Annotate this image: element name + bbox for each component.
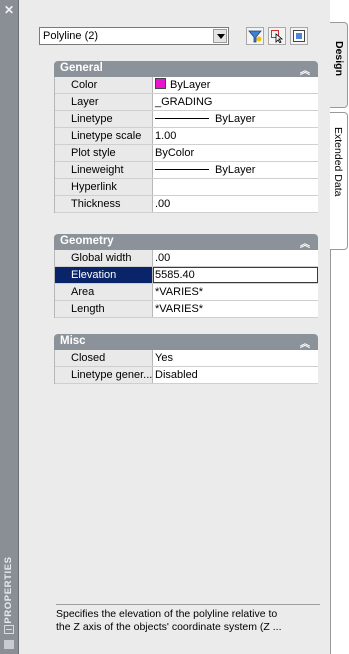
property-value[interactable]: *VARIES* (153, 301, 318, 317)
property-name: Plot style (55, 145, 153, 161)
property-name: Layer (55, 94, 153, 110)
property-name: Linetype scale (55, 128, 153, 144)
palette-title: PROPERTIES (3, 556, 14, 624)
property-name: Length (55, 301, 153, 317)
color-swatch-icon (155, 78, 166, 89)
elevation-input[interactable]: 5585.40 (153, 267, 318, 283)
property-row-length[interactable]: Length *VARIES* (55, 301, 318, 318)
section-header-geometry[interactable]: Geometry ︽ (54, 234, 318, 250)
property-value[interactable]: *VARIES* (153, 284, 318, 300)
property-name: Elevation (55, 267, 153, 283)
lineweight-preview (155, 169, 209, 170)
tab-extended-label: Extended Data (332, 127, 344, 197)
linetype-preview (155, 118, 209, 119)
property-value[interactable]: Yes (153, 350, 318, 366)
property-row-lineweight[interactable]: Lineweight ByLayer (55, 162, 318, 179)
section-title-general: General (60, 62, 103, 74)
linetype-value-text: ByLayer (215, 113, 256, 125)
property-name: Closed (55, 350, 153, 366)
property-value[interactable]: .00 (153, 250, 318, 266)
property-row-closed[interactable]: Closed Yes (55, 350, 318, 367)
property-value[interactable]: 1.00 (153, 128, 318, 144)
property-name: Color (55, 77, 153, 93)
tab-extended-data[interactable]: Extended Data (330, 112, 348, 250)
tab-divider (330, 250, 331, 654)
section-title-geometry: Geometry (60, 235, 114, 247)
property-value[interactable]: ByLayer (153, 77, 318, 93)
collapse-icon[interactable]: ︽ (300, 62, 310, 77)
tab-design[interactable]: Design (330, 22, 348, 108)
tab-design-label: Design (333, 41, 345, 77)
property-row-hyperlink[interactable]: Hyperlink (55, 179, 318, 196)
quick-select-filter-icon (248, 30, 262, 43)
property-row-elevation[interactable]: Elevation 5585.40 (55, 267, 318, 284)
property-value[interactable]: Disabled (153, 367, 318, 383)
property-name: Lineweight (55, 162, 153, 178)
color-value-text: ByLayer (170, 79, 211, 91)
property-value[interactable]: ByColor (153, 145, 318, 161)
property-name: Global width (55, 250, 153, 266)
section-geometry: Geometry ︽ Global width .00 Elevation 55… (54, 234, 318, 318)
palette-tabs: Design Extended Data (330, 0, 349, 654)
quick-select-button[interactable] (290, 27, 308, 45)
property-row-global-width[interactable]: Global width .00 (55, 250, 318, 267)
description-line: the Z axis of the objects' coordinate sy… (56, 621, 282, 633)
section-misc: Misc ︽ Closed Yes Linetype gener... Disa… (54, 334, 318, 384)
property-name: Linetype gener... (55, 367, 153, 383)
property-row-linetype[interactable]: Linetype ByLayer (55, 111, 318, 128)
property-name: Linetype (55, 111, 153, 127)
close-icon[interactable]: ✕ (3, 4, 15, 16)
property-row-layer[interactable]: Layer _GRADING (55, 94, 318, 111)
property-row-linetype-generation[interactable]: Linetype gener... Disabled (55, 367, 318, 384)
property-value[interactable] (153, 179, 318, 195)
property-row-plot-style[interactable]: Plot style ByColor (55, 145, 318, 162)
select-objects-icon (271, 30, 284, 43)
section-header-misc[interactable]: Misc ︽ (54, 334, 318, 350)
property-value[interactable]: _GRADING (153, 94, 318, 110)
quick-select-icon (293, 30, 305, 42)
section-header-general[interactable]: General ︽ (54, 61, 318, 77)
property-value[interactable]: ByLayer (153, 162, 318, 178)
autohide-icon[interactable] (4, 625, 14, 634)
property-description: Specifies the elevation of the polyline … (56, 604, 320, 642)
property-value[interactable]: .00 (153, 196, 318, 212)
property-row-linetype-scale[interactable]: Linetype scale 1.00 (55, 128, 318, 145)
description-line: Specifies the elevation of the polyline … (56, 608, 278, 620)
collapse-icon[interactable]: ︽ (300, 235, 310, 250)
property-row-thickness[interactable]: Thickness .00 (55, 196, 318, 213)
toggle-pickadd-button[interactable] (246, 27, 264, 45)
property-name: Thickness (55, 196, 153, 212)
properties-menu-icon[interactable] (4, 640, 14, 649)
select-objects-button[interactable] (268, 27, 286, 45)
palette-titlebar[interactable]: ✕ PROPERTIES (0, 0, 19, 654)
chevron-down-icon[interactable] (213, 29, 227, 43)
property-name: Hyperlink (55, 179, 153, 195)
object-type-dropdown[interactable]: Polyline (2) (39, 27, 229, 45)
property-row-area[interactable]: Area *VARIES* (55, 284, 318, 301)
section-title-misc: Misc (60, 335, 86, 347)
collapse-icon[interactable]: ︽ (300, 335, 310, 350)
lineweight-value-text: ByLayer (215, 164, 256, 176)
property-name: Area (55, 284, 153, 300)
property-value[interactable]: ByLayer (153, 111, 318, 127)
object-type-value: Polyline (2) (43, 30, 99, 42)
section-general: General ︽ Color ByLayer Layer _GRADING L… (54, 61, 318, 213)
property-row-color[interactable]: Color ByLayer (55, 77, 318, 94)
